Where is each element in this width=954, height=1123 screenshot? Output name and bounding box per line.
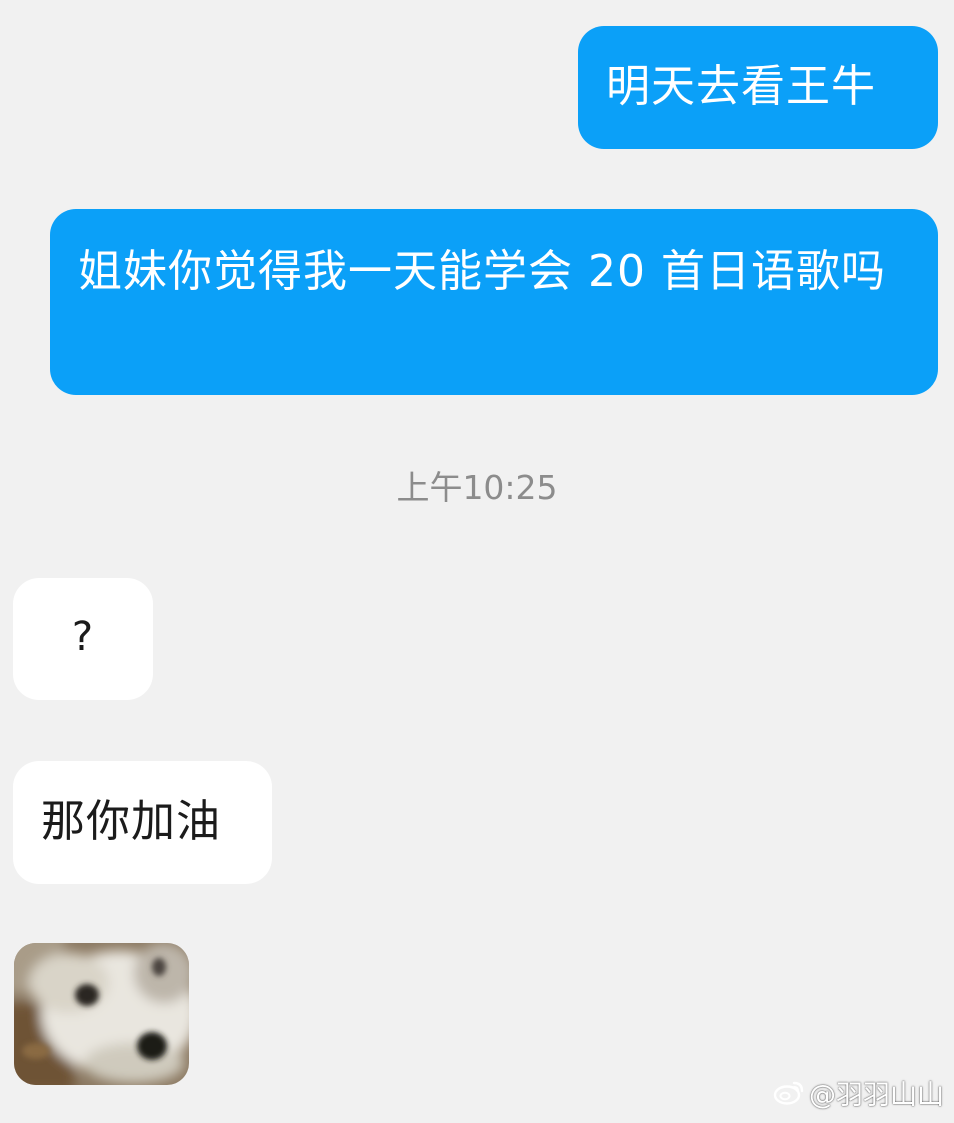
incoming-message-bubble[interactable]: 那你加油 [13, 761, 272, 884]
message-timestamp: 上午10:25 [396, 468, 558, 507]
outgoing-message-bubble[interactable]: 姐妹你觉得我一天能学会 20 首日语歌吗 [50, 209, 938, 395]
watermark: @羽羽山山 [773, 1079, 944, 1113]
dog-face-sticker-image [14, 943, 189, 1085]
outgoing-message-bubble[interactable]: 明天去看王牛 [578, 26, 938, 149]
dog-face-sticker[interactable] [14, 943, 189, 1085]
incoming-message-bubble[interactable]: ? [13, 578, 153, 700]
weibo-logo-icon [773, 1079, 805, 1113]
watermark-text: @羽羽山山 [809, 1080, 944, 1111]
